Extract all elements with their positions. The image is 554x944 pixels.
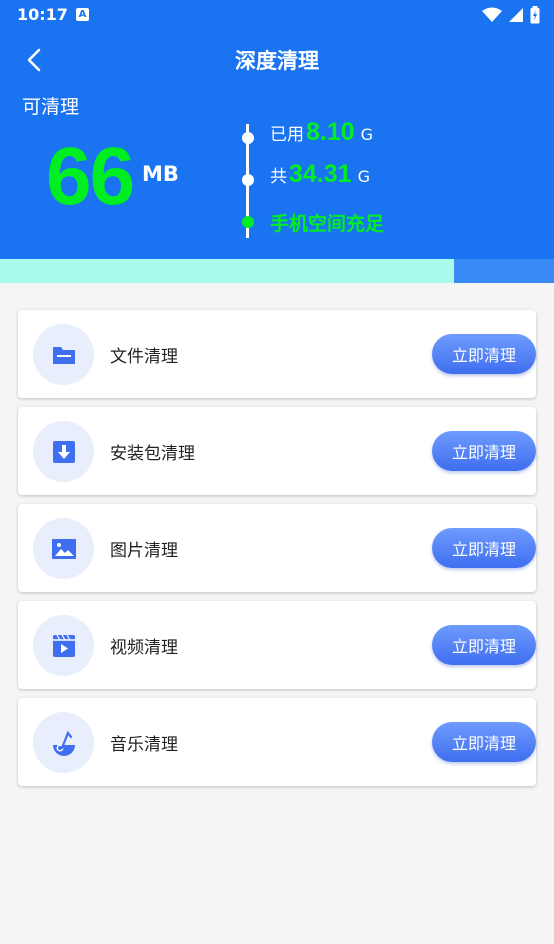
clean-button-files[interactable]: 立即清理 xyxy=(432,334,536,374)
list-item-label: 音乐清理 xyxy=(110,735,178,755)
total-unit: G xyxy=(357,167,370,186)
icon-circle xyxy=(33,615,94,676)
list-item-label: 安装包清理 xyxy=(110,444,195,464)
notification-icon: A xyxy=(76,8,89,21)
storage-progress-fill xyxy=(0,259,455,283)
clean-button-music[interactable]: 立即清理 xyxy=(432,722,536,762)
status-icons xyxy=(482,6,540,24)
clean-list: 文件清理 立即清理 安装包清理 立即清理 图片清理 立即清理 视频清理 立即清理… xyxy=(18,310,536,795)
battery-icon xyxy=(530,6,540,24)
clean-button-videos[interactable]: 立即清理 xyxy=(432,625,536,665)
used-unit: G xyxy=(360,125,374,144)
used-storage-row: 已用 8.10 G xyxy=(270,118,373,147)
icon-circle xyxy=(33,421,94,482)
timeline-dot-status xyxy=(242,216,254,228)
list-item-label: 视频清理 xyxy=(110,638,178,658)
clean-item-images: 图片清理 立即清理 xyxy=(18,504,536,592)
cleanable-unit: MB xyxy=(142,162,179,186)
video-icon xyxy=(52,634,75,657)
clean-item-music: 音乐清理 立即清理 xyxy=(18,698,536,786)
status-bar: 10:17 A xyxy=(0,0,554,32)
icon-circle xyxy=(33,518,94,579)
used-value: 8.10 xyxy=(306,118,355,146)
icon-circle xyxy=(33,712,94,773)
clean-item-files: 文件清理 立即清理 xyxy=(18,310,536,398)
music-icon xyxy=(52,730,75,756)
signal-icon xyxy=(509,8,523,22)
list-item-label: 文件清理 xyxy=(110,347,178,367)
clean-item-videos: 视频清理 立即清理 xyxy=(18,601,536,689)
header: 10:17 A 深度清理 可清理 66 MB 已用 8.10 G 共 34.31… xyxy=(0,0,554,259)
icon-circle xyxy=(33,324,94,385)
page-title: 深度清理 xyxy=(235,49,319,73)
timeline-dot-total xyxy=(242,174,254,186)
cleanable-label: 可清理 xyxy=(22,96,80,118)
clean-button-images[interactable]: 立即清理 xyxy=(432,528,536,568)
total-label: 共 xyxy=(270,167,287,187)
clean-item-packages: 安装包清理 立即清理 xyxy=(18,407,536,495)
list-item-label: 图片清理 xyxy=(110,541,178,561)
image-icon xyxy=(51,538,76,559)
clean-button-packages[interactable]: 立即清理 xyxy=(432,431,536,471)
total-value: 34.31 xyxy=(289,160,352,188)
storage-status: 手机空间充足 xyxy=(270,213,385,235)
status-time: 10:17 xyxy=(17,5,68,24)
total-storage-row: 共 34.31 G xyxy=(270,160,370,189)
cleanable-value: 66 xyxy=(46,131,135,222)
timeline-dot-used xyxy=(242,132,254,144)
used-label: 已用 xyxy=(270,125,304,145)
download-package-icon xyxy=(52,440,75,463)
folder-icon xyxy=(52,346,75,364)
wifi-icon xyxy=(482,7,502,22)
storage-progress-bar xyxy=(0,259,554,283)
